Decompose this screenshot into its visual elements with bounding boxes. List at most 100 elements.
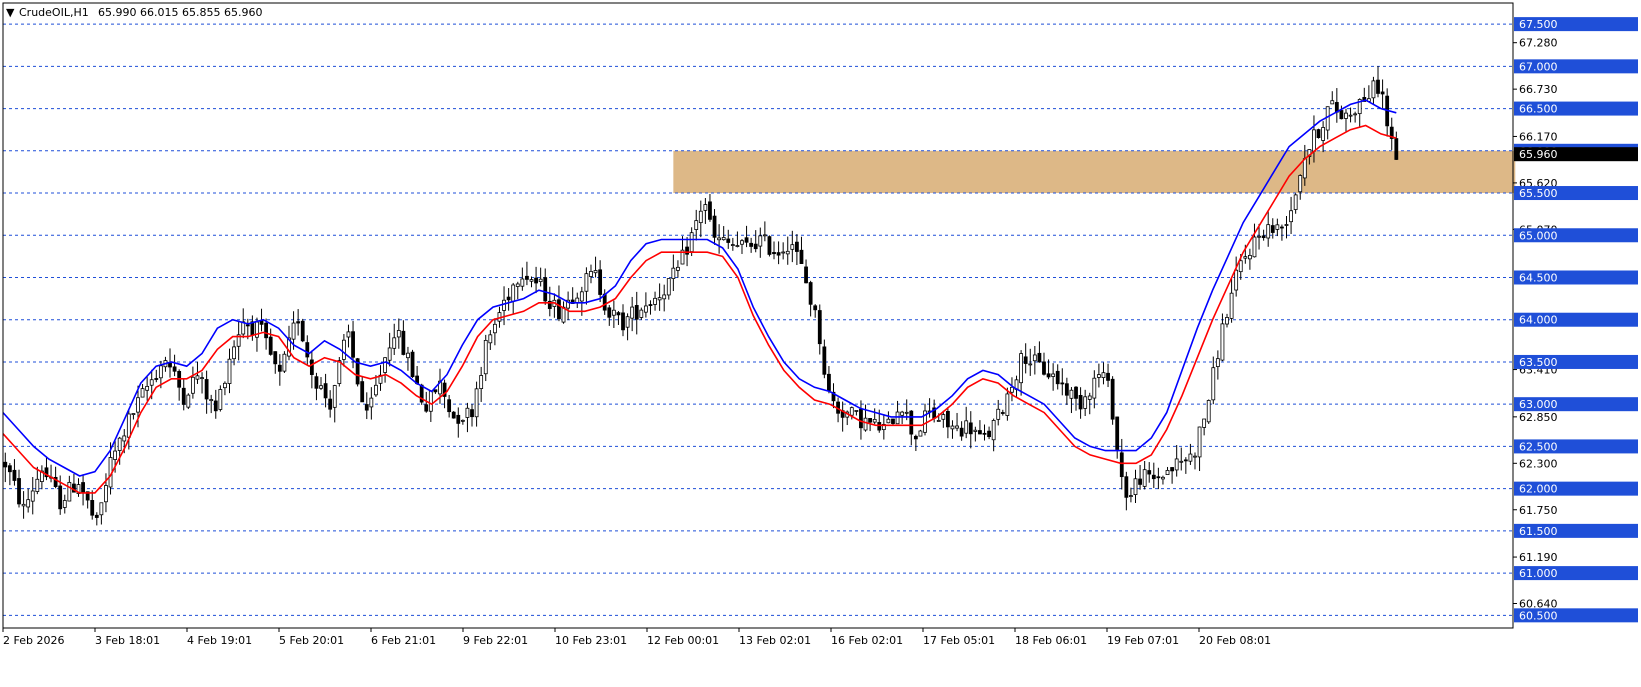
candle-body[interactable] bbox=[1220, 323, 1225, 361]
resistance-zone[interactable] bbox=[673, 150, 1516, 194]
candle-body[interactable] bbox=[1293, 194, 1298, 210]
candle-body[interactable] bbox=[1339, 110, 1344, 120]
candle-body[interactable] bbox=[479, 375, 484, 389]
candle-body[interactable] bbox=[447, 399, 452, 413]
candle-body[interactable] bbox=[973, 429, 978, 432]
candle-body[interactable] bbox=[740, 240, 744, 245]
candle-body[interactable] bbox=[877, 422, 882, 431]
candle-body[interactable] bbox=[964, 420, 969, 434]
candle-body[interactable] bbox=[227, 358, 232, 384]
candle-body[interactable] bbox=[557, 299, 561, 320]
candle-body[interactable] bbox=[337, 360, 342, 384]
candle-body[interactable] bbox=[827, 373, 831, 392]
candle-body[interactable] bbox=[1234, 269, 1239, 291]
candle-body[interactable] bbox=[319, 385, 323, 389]
candle-body[interactable] bbox=[1243, 256, 1248, 259]
candle-body[interactable] bbox=[726, 238, 731, 243]
candle-body[interactable] bbox=[968, 422, 973, 435]
candle-body[interactable] bbox=[1312, 129, 1316, 152]
candle-body[interactable] bbox=[1129, 495, 1133, 497]
candle-body[interactable] bbox=[854, 410, 859, 412]
candle-body[interactable] bbox=[666, 278, 671, 296]
candle-body[interactable] bbox=[483, 339, 488, 375]
candle-body[interactable] bbox=[918, 430, 923, 437]
candle-body[interactable] bbox=[35, 478, 40, 492]
candle-body[interactable] bbox=[689, 232, 694, 253]
candle-body[interactable] bbox=[488, 334, 493, 344]
candle-body[interactable] bbox=[140, 388, 145, 398]
candle-body[interactable] bbox=[300, 320, 305, 342]
candle-body[interactable] bbox=[1238, 260, 1243, 273]
chart-svg[interactable]: 67.28066.73066.17065.62065.07063.41062.8… bbox=[0, 0, 1641, 683]
candle-body[interactable] bbox=[584, 273, 589, 292]
candle-body[interactable] bbox=[1284, 224, 1289, 226]
candle-body[interactable] bbox=[474, 388, 479, 418]
candle-body[interactable] bbox=[1270, 225, 1275, 233]
candle-body[interactable] bbox=[1215, 358, 1220, 367]
candle-body[interactable] bbox=[676, 266, 680, 271]
candle-body[interactable] bbox=[1330, 100, 1335, 105]
candle-body[interactable] bbox=[502, 299, 506, 311]
candle-body[interactable] bbox=[406, 352, 410, 359]
candle-body[interactable] bbox=[1028, 363, 1033, 366]
candle-body[interactable] bbox=[1371, 80, 1376, 99]
candle-body[interactable] bbox=[936, 420, 941, 422]
candle-body[interactable] bbox=[1325, 106, 1330, 131]
candle-body[interactable] bbox=[611, 309, 616, 316]
candle-body[interactable] bbox=[1266, 224, 1271, 239]
candle-body[interactable] bbox=[1280, 226, 1284, 229]
candle-body[interactable] bbox=[872, 418, 877, 423]
candle-body[interactable] bbox=[1156, 476, 1161, 479]
candle-body[interactable] bbox=[1051, 373, 1056, 377]
candle-body[interactable] bbox=[643, 305, 648, 313]
candle-body[interactable] bbox=[181, 387, 186, 405]
candle-body[interactable] bbox=[1106, 372, 1110, 381]
candle-body[interactable] bbox=[190, 376, 195, 394]
candle-body[interactable] bbox=[534, 277, 538, 284]
candle-body[interactable] bbox=[392, 337, 397, 349]
candle-body[interactable] bbox=[30, 490, 35, 502]
candle-body[interactable] bbox=[351, 331, 355, 358]
candle-body[interactable] bbox=[955, 425, 959, 429]
candle-body[interactable] bbox=[1394, 138, 1399, 160]
candle-body[interactable] bbox=[717, 237, 722, 241]
candle-body[interactable] bbox=[863, 417, 868, 431]
candle-body[interactable] bbox=[145, 385, 150, 391]
candle-body[interactable] bbox=[543, 277, 548, 302]
candle-body[interactable] bbox=[868, 417, 873, 423]
candle-body[interactable] bbox=[1110, 378, 1115, 420]
candle-body[interactable] bbox=[749, 242, 754, 247]
candle-body[interactable] bbox=[1032, 354, 1037, 362]
candle-body[interactable] bbox=[598, 269, 603, 295]
candle-body[interactable] bbox=[648, 304, 653, 306]
candle-body[interactable] bbox=[1321, 127, 1326, 141]
candle-body[interactable] bbox=[204, 379, 209, 400]
candle-body[interactable] bbox=[1275, 224, 1280, 230]
candle-body[interactable] bbox=[891, 418, 895, 424]
candle-body[interactable] bbox=[959, 427, 964, 437]
candle-body[interactable] bbox=[753, 243, 758, 250]
candle-body[interactable] bbox=[1124, 476, 1129, 498]
candle-body[interactable] bbox=[1289, 210, 1293, 223]
candle-body[interactable] bbox=[1083, 396, 1088, 409]
candle-body[interactable] bbox=[1161, 476, 1165, 480]
candle-body[interactable] bbox=[360, 381, 365, 403]
candle-body[interactable] bbox=[113, 450, 118, 460]
candle-body[interactable] bbox=[470, 409, 474, 418]
candle-body[interactable] bbox=[1247, 254, 1252, 260]
candle-body[interactable] bbox=[520, 278, 525, 287]
candle-body[interactable] bbox=[1138, 478, 1142, 485]
candle-body[interactable] bbox=[849, 407, 854, 416]
candle-body[interactable] bbox=[593, 270, 598, 274]
candle-body[interactable] bbox=[149, 379, 154, 386]
candle-body[interactable] bbox=[1142, 469, 1147, 487]
candle-body[interactable] bbox=[1115, 416, 1120, 450]
candle-body[interactable] bbox=[1170, 467, 1175, 472]
candle-body[interactable] bbox=[506, 296, 511, 301]
candle-body[interactable] bbox=[1060, 382, 1065, 385]
candle-body[interactable] bbox=[158, 365, 163, 379]
candle-body[interactable] bbox=[460, 419, 465, 422]
candle-body[interactable] bbox=[1193, 455, 1197, 458]
candle-body[interactable] bbox=[630, 306, 635, 319]
candle-body[interactable] bbox=[785, 250, 790, 255]
